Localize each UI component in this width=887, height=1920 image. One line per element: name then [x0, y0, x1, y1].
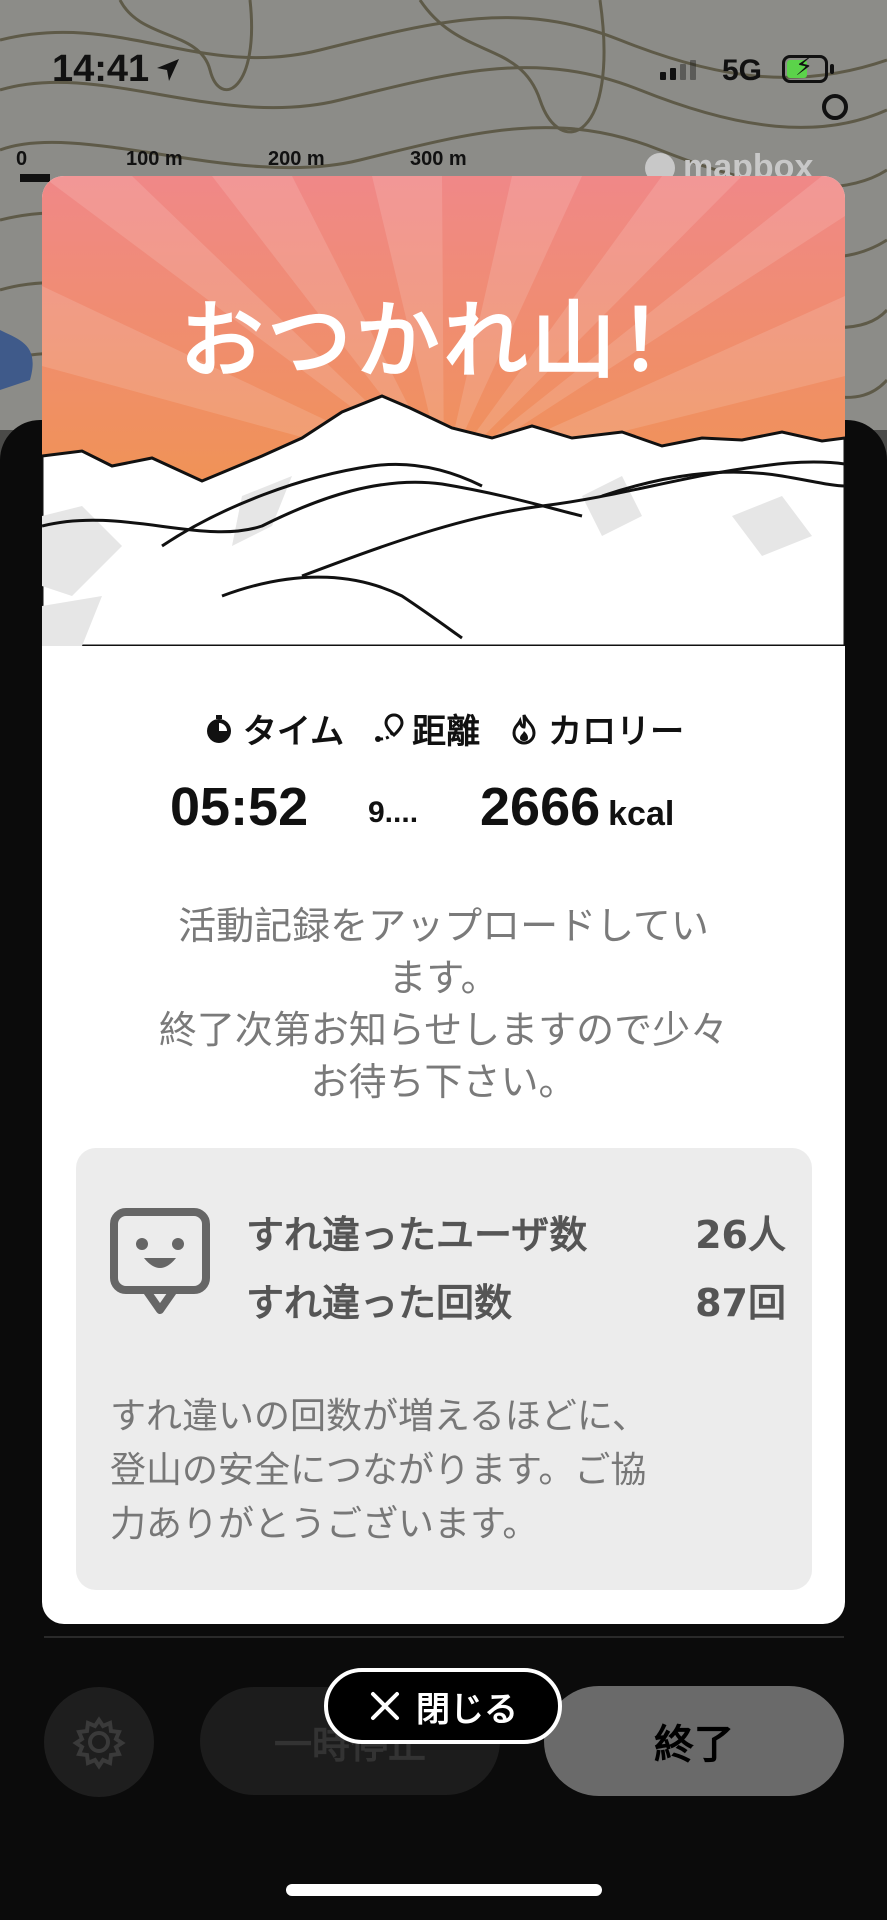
passing-count-row: すれ違った回数 87回	[246, 1272, 786, 1327]
distance-label-text: 距離	[412, 712, 481, 752]
passing-count-label: すれ違った回数	[246, 1281, 513, 1325]
calorie-value-group: 2666 kcal	[480, 776, 674, 838]
summit-complete-modal: おつかれ山！ タイム 距離 カロリー 05:52 9.... 2666 kcal…	[42, 176, 845, 1624]
upload-message-line: ます。	[388, 956, 499, 1000]
signal-icon	[660, 58, 696, 80]
passing-note-line: すれ違いの回数が増えるほどに、	[110, 1396, 648, 1437]
stats-values: 05:52 9.... 2666 kcal	[42, 776, 845, 846]
close-label: 閉じる	[416, 1689, 518, 1730]
passing-count-value: 87回	[695, 1281, 786, 1325]
close-icon	[371, 1692, 399, 1720]
time-value: 05:52	[170, 777, 309, 837]
passing-stats-card: すれ違ったユーザ数 26人 すれ違った回数 87回 すれ違いの回数が増えるほどに…	[76, 1148, 812, 1590]
passing-users-label: すれ違ったユーザ数	[246, 1213, 588, 1257]
upload-message-line: 活動記録をアップロードしてい	[178, 904, 709, 948]
passing-note-line: 登山の安全につながります。ご協	[110, 1450, 647, 1491]
close-button[interactable]: 閉じる	[324, 1668, 562, 1744]
hero-banner: おつかれ山！	[42, 176, 845, 648]
upload-message-line: 終了次第お知らせしますので少々	[158, 1008, 729, 1052]
flame-icon	[512, 713, 536, 745]
upload-message: 活動記録をアップロードしてい ます。 終了次第お知らせしますので少々 お待ち下さ…	[102, 900, 785, 1108]
scale-label: 200 m	[268, 148, 325, 170]
stat-time-label: タイム	[203, 704, 344, 753]
scale-label: 300 m	[410, 148, 467, 170]
scale-label: 0	[16, 148, 28, 170]
mountain-illustration	[42, 176, 845, 648]
search-icon[interactable]	[822, 94, 848, 120]
upload-message-line: お待ち下さい。	[310, 1060, 577, 1104]
status-time: 14:41	[52, 48, 181, 91]
scale-label: 100 m	[126, 148, 183, 170]
stat-calorie-label: カロリー	[508, 704, 684, 753]
smiley-speech-icon	[110, 1208, 210, 1314]
settings-button[interactable]	[44, 1687, 154, 1797]
route-pin-icon	[375, 712, 404, 742]
calorie-label-text: カロリー	[548, 712, 685, 752]
stat-distance-label: 距離	[372, 704, 480, 753]
gear-icon	[72, 1716, 126, 1770]
time-label-text: タイム	[242, 712, 345, 752]
location-arrow-icon	[157, 58, 180, 81]
battery-icon: ⚡	[782, 54, 828, 83]
passing-users-value: 26人	[695, 1213, 786, 1257]
passing-note-line: 力ありがとうございます。	[110, 1504, 539, 1545]
passing-users-row: すれ違ったユーザ数 26人	[246, 1204, 786, 1259]
sheet-divider	[44, 1636, 844, 1638]
battery-cap	[830, 64, 834, 74]
status-bar: 14:41 5G ⚡	[0, 0, 887, 130]
modal-title: おつかれ山！	[179, 292, 708, 390]
calorie-unit: kcal	[608, 795, 675, 833]
network-type: 5G	[722, 54, 763, 87]
end-button[interactable]: 終了	[544, 1686, 844, 1796]
stopwatch-icon	[206, 714, 231, 743]
stats-labels: タイム 距離 カロリー	[42, 704, 845, 753]
passing-note: すれ違いの回数が増えるほどに、 登山の安全につながります。ご協 力ありがとうござ…	[110, 1390, 790, 1552]
distance-value: 9....	[368, 796, 419, 829]
calorie-value: 2666	[480, 777, 601, 837]
home-indicator	[286, 1884, 602, 1896]
